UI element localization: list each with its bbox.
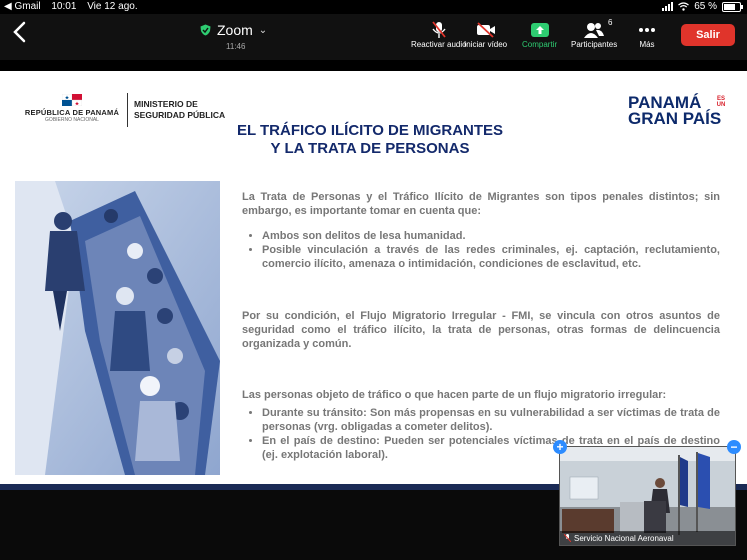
mic-muted-icon xyxy=(432,21,446,38)
start-video-label: Iniciar vídeo xyxy=(464,40,508,49)
slide-title-line-1: EL TRÁFICO ILÍCITO DE MIGRANTES xyxy=(236,122,504,139)
back-to-app-link[interactable]: ◀ Gmail xyxy=(4,1,41,12)
more-dots-icon xyxy=(639,28,655,32)
participants-button[interactable]: 6 Participantes xyxy=(571,18,618,49)
panama-government-logo: REPÚBLICA DE PANAMÁ GOBIERNO NACIONAL xyxy=(22,94,122,123)
share-screen-button[interactable]: Compartir xyxy=(522,20,557,49)
status-time: 10:01 xyxy=(51,1,77,12)
video-off-icon xyxy=(476,22,495,38)
more-button[interactable]: Más xyxy=(638,20,656,49)
signal-icon xyxy=(662,2,674,11)
meeting-title-dropdown[interactable]: Zoom ⌄ xyxy=(200,22,267,38)
list-item: Durante su tránsito: Son más propensas e… xyxy=(262,406,720,434)
gov-name: REPÚBLICA DE PANAMÁ xyxy=(24,108,120,117)
meeting-title: Zoom xyxy=(217,22,253,38)
list-item: Ambos son delitos de lesa humanidad. xyxy=(262,229,720,243)
expand-video-button[interactable]: + xyxy=(553,440,567,454)
minus-icon: − xyxy=(730,440,738,454)
mic-muted-icon xyxy=(564,534,571,542)
paragraph-1: La Trata de Personas y el Tráfico Ilícit… xyxy=(242,191,720,217)
bullet-list-1: Ambos son delitos de lesa humanidad. Pos… xyxy=(242,229,720,271)
more-label: Más xyxy=(639,40,655,49)
back-chevron-icon[interactable] xyxy=(10,20,30,44)
shield-check-icon xyxy=(200,24,211,36)
paragraph-2: Por su condición, el Flujo Migratorio Ir… xyxy=(242,310,720,350)
paragraph-3: Las personas objeto de tráfico o que hac… xyxy=(242,389,667,401)
gov-subtitle: GOBIERNO NACIONAL xyxy=(45,117,99,123)
leave-meeting-button[interactable]: Salir xyxy=(681,24,735,46)
participant-name: Servicio Nacional Aeronaval xyxy=(574,533,674,543)
status-bar: ◀ Gmail 10:01 Vie 12 ago. 65 % xyxy=(0,0,747,14)
meeting-timer: 11:46 xyxy=(226,42,246,51)
share-screen-icon xyxy=(530,23,549,37)
participants-icon xyxy=(584,23,605,38)
logo-divider xyxy=(127,93,128,127)
start-video-button[interactable]: Iniciar vídeo xyxy=(464,20,507,49)
meeting-toolbar: Zoom ⌄ 11:46 Reactivar audio Iniciar víd… xyxy=(0,14,747,60)
list-item: Posible vinculación a través de las rede… xyxy=(262,243,720,271)
slide-body: La Trata de Personas y el Tráfico Ilícit… xyxy=(242,190,720,462)
battery-percent: 65 % xyxy=(694,1,717,12)
shared-slide: REPÚBLICA DE PANAMÁ GOBIERNO NACIONAL MI… xyxy=(0,71,747,490)
unmute-audio-label: Reactivar audio xyxy=(411,40,467,49)
minimize-video-button[interactable]: − xyxy=(727,440,741,454)
share-screen-label: Compartir xyxy=(522,40,558,49)
unmute-audio-button[interactable]: Reactivar audio xyxy=(411,20,467,49)
brand-line-2: GRAN PAÍS xyxy=(628,109,722,128)
panama-flag-icon xyxy=(62,94,82,106)
participant-video-tile[interactable]: Servicio Nacional Aeronaval xyxy=(559,446,736,546)
ministry-name: MINISTERIO DE SEGURIDAD PÚBLICA xyxy=(134,99,226,120)
participants-label: Participantes xyxy=(571,40,618,49)
migrants-boat-photo xyxy=(15,181,220,475)
participant-name-label: Servicio Nacional Aeronaval xyxy=(560,531,735,545)
participants-count: 6 xyxy=(608,18,613,27)
panama-gran-pais-logo: PANAMÁ GRAN PAÍS ES UN xyxy=(628,94,725,128)
slide-title-line-2: Y LA TRATA DE PERSONAS xyxy=(270,140,470,157)
plus-icon: + xyxy=(556,440,564,454)
status-date: Vie 12 ago. xyxy=(87,1,138,12)
battery-icon xyxy=(722,1,743,12)
wifi-icon xyxy=(678,2,690,11)
chevron-down-icon: ⌄ xyxy=(258,24,268,36)
slide-title: EL TRÁFICO ILÍCITO DE MIGRANTES Y LA TRA… xyxy=(200,122,540,158)
brand-un: UN xyxy=(716,102,726,108)
